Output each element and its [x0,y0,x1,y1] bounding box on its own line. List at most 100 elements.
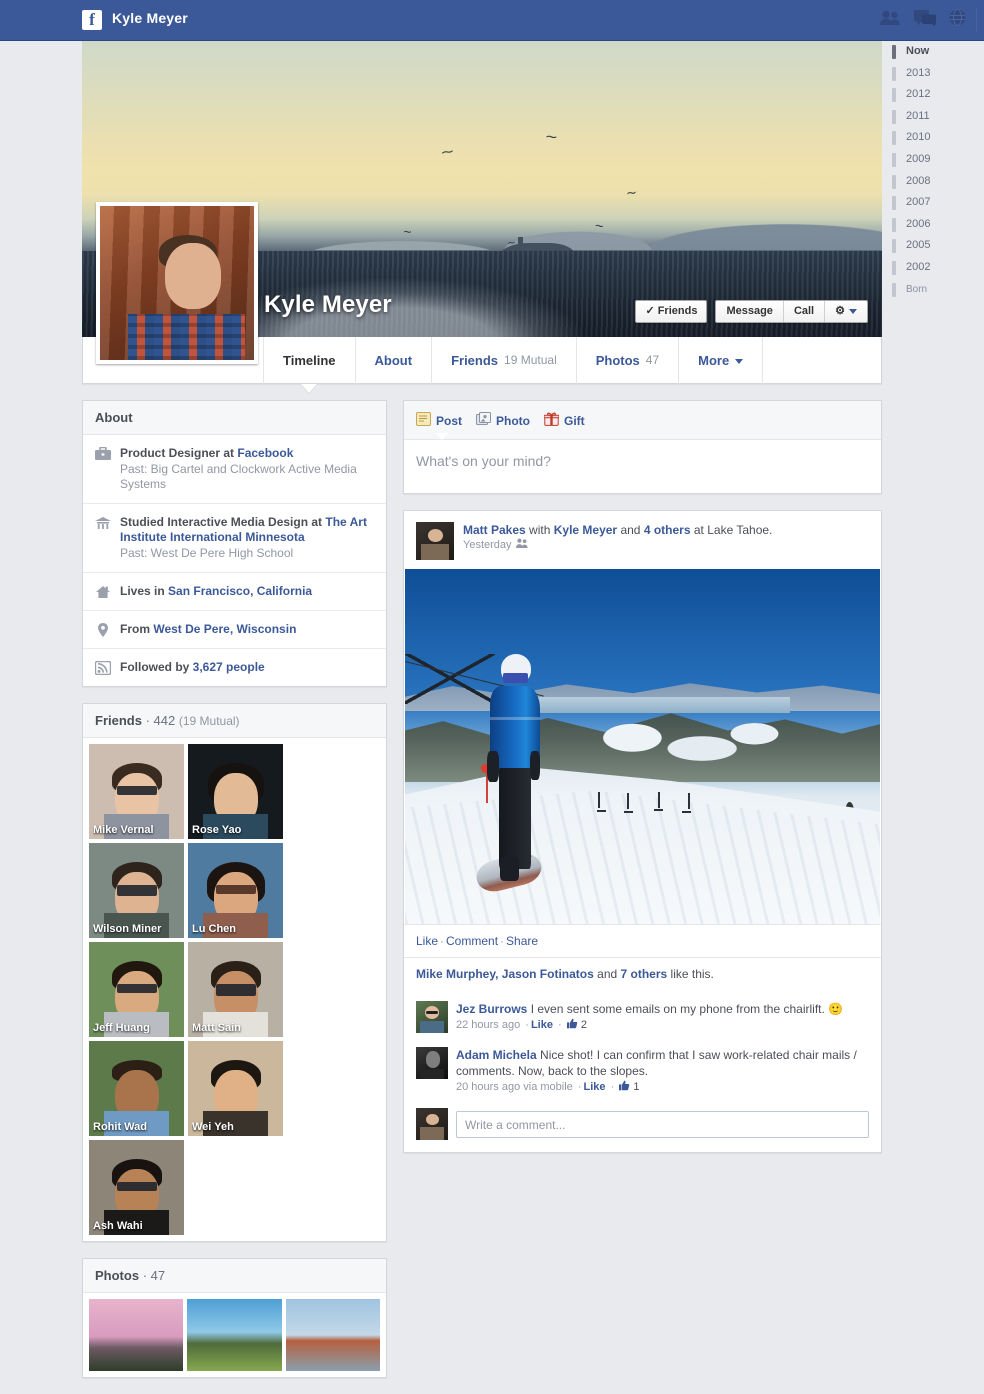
thumbs-up-icon [616,1081,633,1093]
about-followers-count-link[interactable]: 3,627 people [193,660,265,674]
notifications-globe-icon[interactable] [949,9,966,26]
status-composer[interactable]: Post Photo Gift What's [403,400,882,494]
about-from-city-link[interactable]: West De Pere, Wisconsin [153,622,296,636]
year-item-2013[interactable]: 2013 [884,63,984,85]
briefcase-icon [95,446,111,492]
about-row-education[interactable]: Studied Interactive Media Design at The … [83,504,386,573]
about-work-employer-link[interactable]: Facebook [237,446,293,460]
like-link[interactable]: Like [416,934,438,948]
facebook-logo-icon[interactable]: f [82,10,102,30]
message-button[interactable]: Message [716,301,782,322]
tab-photos[interactable]: Photos 47 [577,337,679,384]
tab-friends[interactable]: Friends 19 Mutual [432,337,577,384]
friend-tile[interactable]: Ash Wahi [89,1140,184,1235]
year-item-2002[interactable]: 2002 [884,257,984,279]
year-item-2009[interactable]: 2009 [884,149,984,171]
year-item-2011[interactable]: 2011 [884,106,984,128]
story-tagged-link[interactable]: Kyle Meyer [554,523,617,537]
comment-item: Jez Burrows I even sent some emails on m… [416,994,869,1040]
comment-like-link[interactable]: Like [531,1019,553,1031]
settings-dropdown-button[interactable]: ⚙ [824,301,867,322]
year-item-2012[interactable]: 2012 [884,84,984,106]
likers-names[interactable]: Mike Murphey, Jason Fotinatos [416,967,594,981]
friend-tile[interactable]: Jeff Huang [89,942,184,1037]
photo-thumbnail[interactable] [286,1299,380,1371]
timeline-year-rail[interactable]: Now 2013 2012 2011 2010 2009 2008 2007 2… [884,41,984,311]
friend-requests-icon[interactable] [880,10,901,25]
year-label: 2007 [906,196,930,208]
year-item-2008[interactable]: 2008 [884,171,984,193]
write-comment-input[interactable]: Write a comment... [456,1111,869,1138]
friend-tile[interactable]: Matt Sain [188,942,283,1037]
friend-tile[interactable]: Wilson Miner [89,843,184,938]
photo-thumbnail[interactable] [187,1299,281,1371]
year-tick [892,153,896,167]
year-item-2005[interactable]: 2005 [884,235,984,257]
composer-tab-gift[interactable]: Gift [544,412,585,429]
profile-picture[interactable] [96,202,258,364]
about-row-followers[interactable]: Followed by 3,627 people [83,649,386,686]
avatar[interactable] [416,1108,448,1140]
year-item-born[interactable]: Born [884,279,984,301]
chevron-down-icon [849,309,857,314]
composer-tab-post[interactable]: Post [416,412,462,429]
year-item-2006[interactable]: 2006 [884,214,984,236]
rider-goggles [503,673,529,683]
year-item-2010[interactable]: 2010 [884,127,984,149]
about-from-prefix: From [120,622,153,636]
tab-about[interactable]: About [356,337,433,384]
story-others-link[interactable]: 4 others [644,523,691,537]
friends-status-button[interactable]: ✓ Friends [635,300,707,323]
year-label: 2002 [906,261,930,273]
year-tick [892,261,896,275]
comment-meta-row: 22 hours ago ·Like · 2 [456,1018,843,1031]
year-item-2007[interactable]: 2007 [884,192,984,214]
share-link[interactable]: Share [506,934,538,948]
year-label: 2008 [906,175,930,187]
snowboarder-lake-tahoe-photo[interactable] [405,569,880,924]
comment-link[interactable]: Comment [446,934,498,948]
likes-suffix: like this. [667,967,714,981]
friend-tile[interactable]: Rose Yao [188,744,283,839]
avatar[interactable] [416,1001,448,1033]
topbar-profile-name[interactable]: Kyle Meyer [112,10,188,26]
write-comment-row: Write a comment... [404,1100,881,1152]
story-author-link[interactable]: Matt Pakes [463,523,526,537]
call-button[interactable]: Call [783,301,824,322]
profile-action-button-group[interactable]: Message Call ⚙ [715,300,868,323]
year-label: 2010 [906,131,930,143]
tab-timeline[interactable]: Timeline [263,337,356,384]
friend-tile[interactable]: Wei Yeh [188,1041,283,1136]
profile-photo-plaid-shirt [128,314,245,360]
comment-author-link[interactable]: Adam Michela [456,1048,537,1062]
friend-tile[interactable]: Mike Vernal [89,744,184,839]
comment-like-link[interactable]: Like [584,1081,606,1093]
messages-icon[interactable] [914,10,936,26]
about-education-past: Past: West De Pere High School [120,546,374,561]
year-item-now[interactable]: Now [884,41,984,63]
bird-icon: ∼ [440,144,456,159]
friends-privacy-icon[interactable] [516,538,528,551]
about-row-lives-in[interactable]: Lives in San Francisco, California [83,573,386,611]
photo-thumbnail[interactable] [89,1299,183,1371]
avatar[interactable] [416,522,454,560]
avatar[interactable] [416,1047,448,1079]
tab-more[interactable]: More [679,337,763,384]
story-timestamp-row: Yesterday [463,538,772,551]
friend-tile[interactable]: Lu Chen [188,843,283,938]
about-education-prefix: Studied Interactive Media Design at [120,515,325,529]
likers-others-link[interactable]: 7 others [621,967,668,981]
story-timestamp[interactable]: Yesterday [463,539,512,551]
year-tick [892,88,896,102]
friend-tile[interactable]: Rohit Wad [89,1041,184,1136]
status-input[interactable]: What's on your mind? [404,440,881,493]
year-tick [892,239,896,253]
about-lives-city-link[interactable]: San Francisco, California [168,584,312,598]
about-row-from[interactable]: From West De Pere, Wisconsin [83,611,386,649]
about-row-work[interactable]: Product Designer at Facebook Past: Big C… [83,435,386,504]
bird-icon: ∼ [544,129,558,143]
comment-author-link[interactable]: Jez Burrows [456,1002,527,1016]
composer-tab-photo[interactable]: Photo [476,412,530,429]
rider-glove-left [487,751,498,782]
photos-card-header: Photos · 47 [83,1259,386,1293]
